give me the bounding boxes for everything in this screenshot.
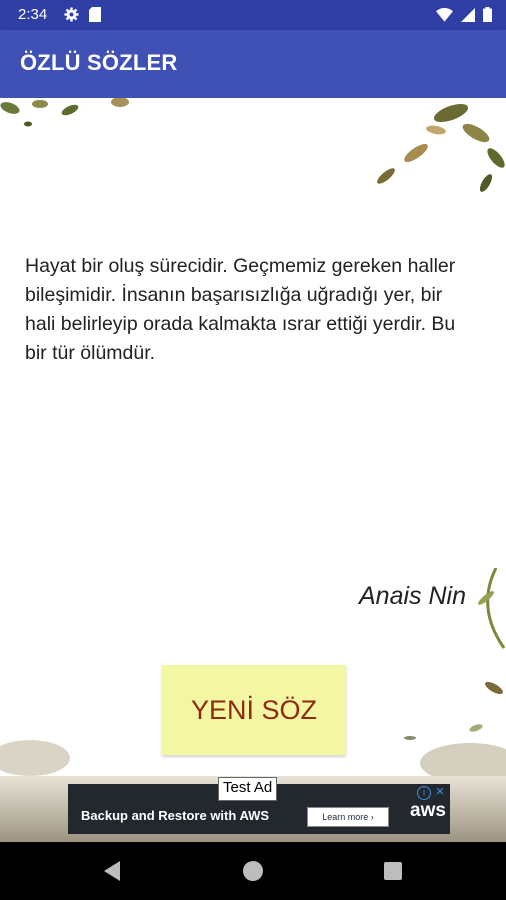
status-bar: 2:34 [0,0,506,30]
recents-button[interactable] [378,856,408,886]
battery-icon [483,7,492,22]
quote-author: Anais Nin [359,582,466,610]
settings-icon [64,7,79,22]
status-icons-left [64,7,101,22]
app-bar: ÖZLÜ SÖZLER [0,30,506,98]
new-quote-button[interactable]: YENİ SÖZ [162,665,346,755]
signal-icon [461,7,475,22]
ad-info-icon[interactable]: i [417,786,431,800]
aws-logo: aws [410,800,446,821]
sd-card-icon [89,7,101,22]
home-button[interactable] [238,856,268,886]
foliage-top-right-decoration [377,103,505,192]
status-icons-right [436,7,492,22]
recents-icon [384,862,402,880]
ad-headline: Backup and Restore with AWS [81,808,270,823]
navigation-bar [0,842,506,900]
status-time: 2:34 [18,6,48,23]
back-icon [104,861,120,881]
foliage-top-left-decoration [0,98,129,127]
app-title: ÖZLÜ SÖZLER [20,50,178,75]
back-button[interactable] [97,856,127,886]
ad-learn-more-button[interactable]: Learn more › [307,807,389,827]
wifi-icon [436,7,453,22]
test-ad-badge: Test Ad [218,777,278,801]
quote-text: Hayat bir oluş sürecidir. Geçmemiz gerek… [25,255,456,364]
home-icon [243,861,263,881]
ad-close-icon[interactable]: ✕ [434,786,446,798]
